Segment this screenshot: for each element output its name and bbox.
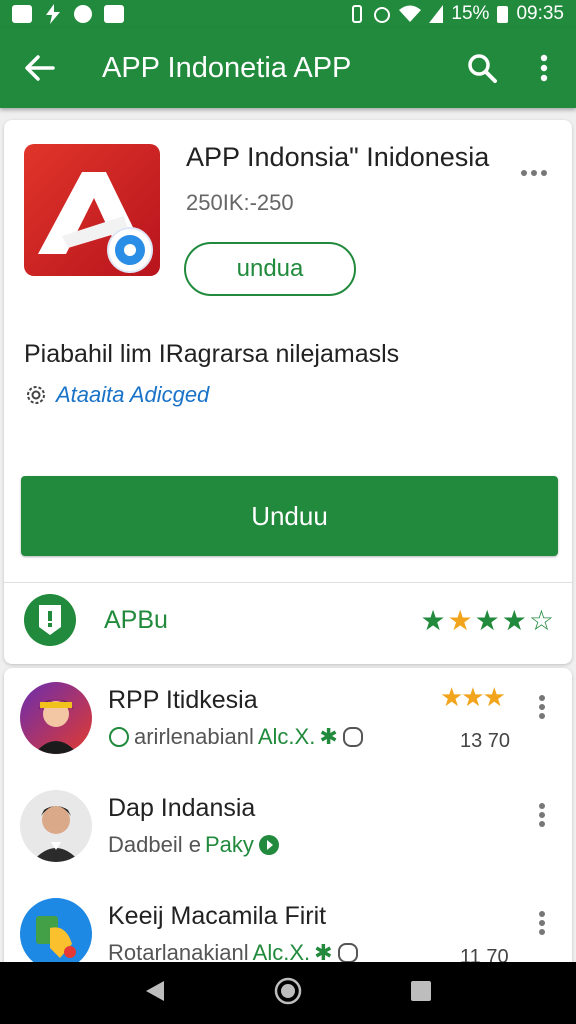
avatar [20,790,92,862]
system-nav-bar [0,962,576,1024]
list-item-subtitle: Dadbeil e Paky [108,832,280,858]
related-apps-list: RPP Itidkesia arirlenabianl Alc.X. ✱ ★★★… [4,668,572,968]
record-icon [74,5,92,23]
developer-row[interactable]: Ataaita Adicged [24,382,209,408]
battery-icon [497,5,509,23]
nav-home-button[interactable] [274,977,302,1010]
vibrate-icon [352,5,363,23]
avatar [20,898,92,968]
signal-icon [429,5,444,23]
nav-back-icon [146,980,164,1001]
list-item-title: Dap Indansia [108,794,256,822]
star-icon: ✱ [319,724,338,749]
star-icon: ★ [474,604,500,636]
list-item-title: RPP Itidkesia [108,686,258,714]
badge-row[interactable]: APBu ★ ★ ★ ★ ☆ [24,592,554,648]
list-item-title: Keeij Macamila Firit [108,902,327,930]
nav-home-icon [274,977,302,1004]
star-icon: ★ [420,604,446,636]
badge-label: APBu [104,605,168,634]
status-bar: 15% 09:35 [0,0,576,28]
shield-badge-icon [24,594,76,646]
list-item-subtitle-tag: Paky [204,832,254,857]
list-item-subtitle: arirlenabianl Alc.X. ✱ [108,724,364,750]
app-logo-icon [24,144,160,276]
nav-recents-button[interactable] [410,980,432,1007]
app-size: 250IK:-250 [186,190,294,215]
rating-stars: ★ ★ ★ ★ ☆ [420,604,554,637]
star-half-icon: ☆ [528,604,554,636]
install-button[interactable]: Unduu [21,476,558,556]
app-title: APP Indonsia" Inidonesia [186,142,490,172]
list-item[interactable]: Dap Indansia Dadbeil e Paky [4,776,572,876]
status-left-icons [12,4,124,24]
clock: 09:35 [516,3,564,24]
nav-recents-icon [411,980,431,1001]
back-arrow-icon [25,55,55,81]
more-vertical-icon [539,803,545,827]
developer-link[interactable]: Ataaita Adicged [56,382,209,408]
more-options-button[interactable] [526,50,562,86]
list-item-subtitle-text: arirlenabianl [134,724,254,749]
list-item[interactable]: Keeij Macamila Firit Rotarlanakianl Alc.… [4,884,572,968]
gallery-icon [12,5,32,23]
more-horizontal-icon [521,170,547,176]
search-button[interactable] [464,50,500,86]
search-icon [468,54,497,83]
list-item-stars: ★★★ [440,682,506,712]
chat-icon [109,727,129,747]
photo-icon [104,5,124,23]
list-item[interactable]: RPP Itidkesia arirlenabianl Alc.X. ✱ ★★★… [4,668,572,768]
wifi-icon [399,5,422,22]
card-more-button[interactable] [520,164,548,182]
list-item-subtitle-text: Dadbeil e [108,832,201,857]
face-icon [337,943,358,963]
more-vertical-icon [539,911,545,935]
app-description: Piabahil lim IRagrarsa nilejamasls [24,340,400,368]
app-bar: APP Indonetia APP [0,28,576,108]
gear-icon [27,386,45,404]
list-item-count: 13 70 [460,730,511,752]
battery-percent: 15% [451,3,490,24]
list-item-more-button[interactable] [538,694,546,725]
alarm-icon [374,7,391,23]
more-vertical-icon [539,695,545,719]
app-detail-card: APP Indonsia" Inidonesia 250IK:-250 undu… [4,120,572,664]
star-icon: ★ [501,604,527,636]
more-vertical-icon [540,54,548,82]
list-item-more-button[interactable] [538,802,546,833]
face-icon [342,727,363,747]
status-right: 15% 09:35 [349,3,564,25]
play-badge-icon [258,835,279,855]
list-item-more-button[interactable] [538,910,546,941]
app-bar-actions [464,50,562,86]
page-title: APP Indonetia APP [102,51,352,84]
bolt-icon [46,4,60,24]
back-button[interactable] [20,48,60,88]
list-item-subtitle-tag: Alc.X. [257,724,316,749]
divider [4,582,572,583]
secondary-download-button[interactable]: undua [184,242,356,296]
nav-back-button[interactable] [144,979,166,1008]
star-icon: ★ [447,604,473,636]
avatar [20,682,92,754]
